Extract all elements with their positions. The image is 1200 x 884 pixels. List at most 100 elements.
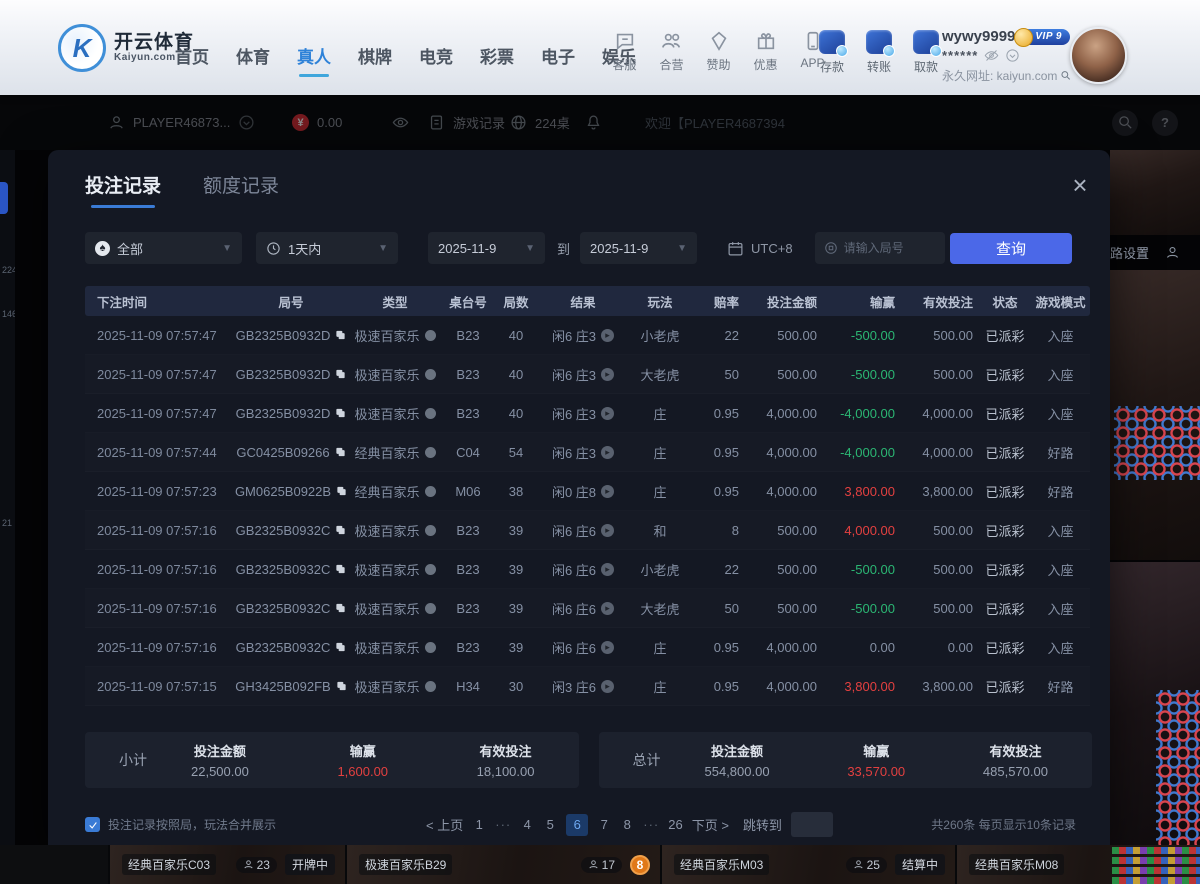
quick-action-客服[interactable]: 客服 <box>608 30 641 73</box>
result-expand-icon[interactable]: ▸ <box>601 563 614 576</box>
table-row[interactable]: 2025-11-09 07:57:47GB2325B0932D极速百家乐B234… <box>85 394 1090 433</box>
copy-icon[interactable] <box>335 407 346 419</box>
cell-play-text: 庄 <box>653 482 666 501</box>
page-button-1[interactable]: 1 <box>472 817 486 832</box>
result-expand-icon[interactable]: ▸ <box>601 407 614 420</box>
result-expand-icon[interactable]: ▸ <box>601 368 614 381</box>
page-button-6[interactable]: 6 <box>566 814 588 836</box>
result-expand-icon[interactable]: ▸ <box>601 329 614 342</box>
info-dot-icon[interactable] <box>425 369 436 380</box>
copy-icon[interactable] <box>335 329 346 341</box>
category-select[interactable]: ♠ 全部▼ <box>85 232 242 264</box>
cell-odds-text: 8 <box>732 523 739 538</box>
date-from-select[interactable]: 2025-11-9▼ <box>428 232 545 264</box>
table-row[interactable]: 2025-11-09 07:57:16GB2325B0932C极速百家乐B233… <box>85 589 1090 628</box>
jump-to-input[interactable] <box>791 812 833 837</box>
copy-icon[interactable] <box>335 368 346 380</box>
query-button[interactable]: 查询 <box>950 233 1072 264</box>
to-label: 到 <box>557 239 570 258</box>
nav-item-6[interactable]: 彩票 <box>480 43 514 77</box>
merge-checkbox[interactable] <box>85 817 100 832</box>
copy-icon[interactable] <box>335 641 346 653</box>
cell-table: C04 <box>443 445 493 460</box>
info-dot-icon[interactable] <box>425 330 436 341</box>
wallet-action-取款[interactable]: 取款 <box>909 30 943 75</box>
prev-page-button[interactable]: < 上页 <box>426 815 463 834</box>
close-icon[interactable]: × <box>1066 172 1094 200</box>
table-row[interactable]: 2025-11-09 07:57:16GB2325B0932C极速百家乐B233… <box>85 550 1090 589</box>
nav-item-5[interactable]: 电竞 <box>419 43 453 77</box>
copy-icon[interactable] <box>336 680 347 692</box>
cell-play: 庄 <box>627 443 693 462</box>
video-tile[interactable]: 极速百家乐B29178 <box>345 845 660 884</box>
clock-icon <box>266 241 281 256</box>
table-row[interactable]: 2025-11-09 07:57:44GC0425B09266经典百家乐C045… <box>85 433 1090 472</box>
nav-item-1[interactable]: 首页 <box>175 43 209 77</box>
table-row[interactable]: 2025-11-09 07:57:15GH3425B092FB极速百家乐H343… <box>85 667 1090 706</box>
result-expand-icon[interactable]: ▸ <box>601 446 614 459</box>
wallet-action-存款[interactable]: 存款 <box>815 30 849 75</box>
info-dot-icon[interactable] <box>425 486 436 497</box>
tab-bet-records[interactable]: 投注记录 <box>85 171 161 208</box>
road-settings-fragment: 路设置 <box>1110 243 1149 262</box>
result-expand-icon[interactable]: ▸ <box>601 524 614 537</box>
cell-time-text: 2025-11-09 07:57:44 <box>97 445 217 460</box>
quick-action-赞助[interactable]: 赞助 <box>702 30 735 73</box>
result-expand-icon[interactable]: ▸ <box>601 485 614 498</box>
cell-type: 极速百家乐 <box>347 404 443 423</box>
quick-action-label: 优惠 <box>753 56 777 73</box>
eye-off-icon[interactable] <box>984 48 999 63</box>
table-row[interactable]: 2025-11-09 07:57:47GB2325B0932D极速百家乐B234… <box>85 316 1090 355</box>
result-expand-icon[interactable]: ▸ <box>601 641 614 654</box>
chevron-down-circle-icon[interactable] <box>1005 48 1020 63</box>
magnifier-icon[interactable] <box>1060 69 1072 82</box>
cell-odds: 0.95 <box>693 406 745 421</box>
date-to-select[interactable]: 2025-11-9▼ <box>580 232 697 264</box>
copy-icon[interactable] <box>335 524 346 536</box>
copy-icon[interactable] <box>336 485 347 497</box>
timezone-toggle[interactable]: UTC+8 <box>727 240 793 257</box>
info-dot-icon[interactable] <box>425 603 436 614</box>
nav-item-2[interactable]: 体育 <box>236 43 270 77</box>
nav-item-7[interactable]: 电子 <box>541 43 575 77</box>
cell-winloss: 4,000.00 <box>823 523 901 538</box>
date-range-select[interactable]: 1天内▼ <box>256 232 398 264</box>
video-tile[interactable]: 经典百家乐M0325结算中 <box>660 845 955 884</box>
table-row[interactable]: 2025-11-09 07:57:23GM0625B0922B经典百家乐M063… <box>85 472 1090 511</box>
video-tile[interactable]: 经典百家乐C0323开牌中 <box>108 845 345 884</box>
site-logo[interactable]: K 开云体育 Kaiyun.com <box>58 24 194 72</box>
info-dot-icon[interactable] <box>425 525 436 536</box>
page-button-7[interactable]: 7 <box>597 817 611 832</box>
next-page-button[interactable]: 下页 > <box>692 815 729 834</box>
quick-action-优惠[interactable]: 优惠 <box>749 30 782 73</box>
nav-item-3[interactable]: 真人 <box>297 43 331 77</box>
cell-odds: 22 <box>693 328 745 343</box>
nav-item-4[interactable]: 棋牌 <box>358 43 392 77</box>
info-dot-icon[interactable] <box>425 408 436 419</box>
table-row[interactable]: 2025-11-09 07:57:16GB2325B0932C极速百家乐B233… <box>85 511 1090 550</box>
copy-icon[interactable] <box>335 563 346 575</box>
wallet-action-转账[interactable]: 转账 <box>862 30 896 75</box>
pagination: < 上页 1···45678···26 下页 > <box>426 814 729 836</box>
table-row[interactable]: 2025-11-09 07:57:16GB2325B0932C极速百家乐B233… <box>85 628 1090 667</box>
sidebar-fragment-number: 224 <box>2 265 15 275</box>
copy-icon[interactable] <box>335 602 346 614</box>
page-button-4[interactable]: 4 <box>520 817 534 832</box>
round-search-field[interactable] <box>815 232 945 264</box>
quick-actions: 客服合营赞助优惠APP <box>608 30 829 73</box>
result-expand-icon[interactable]: ▸ <box>601 680 614 693</box>
quick-action-合营[interactable]: 合营 <box>655 30 688 73</box>
page-button-8[interactable]: 8 <box>620 817 634 832</box>
page-button-26[interactable]: 26 <box>668 817 682 832</box>
info-dot-icon[interactable] <box>425 642 436 653</box>
page-button-5[interactable]: 5 <box>543 817 557 832</box>
table-row[interactable]: 2025-11-09 07:57:47GB2325B0932D极速百家乐B234… <box>85 355 1090 394</box>
result-expand-icon[interactable]: ▸ <box>601 602 614 615</box>
tab-quota-records[interactable]: 额度记录 <box>203 171 279 208</box>
round-input[interactable] <box>844 241 944 255</box>
copy-icon[interactable] <box>335 446 346 458</box>
info-dot-icon[interactable] <box>425 447 436 458</box>
info-dot-icon[interactable] <box>425 681 436 692</box>
avatar[interactable] <box>1070 27 1127 84</box>
info-dot-icon[interactable] <box>425 564 436 575</box>
